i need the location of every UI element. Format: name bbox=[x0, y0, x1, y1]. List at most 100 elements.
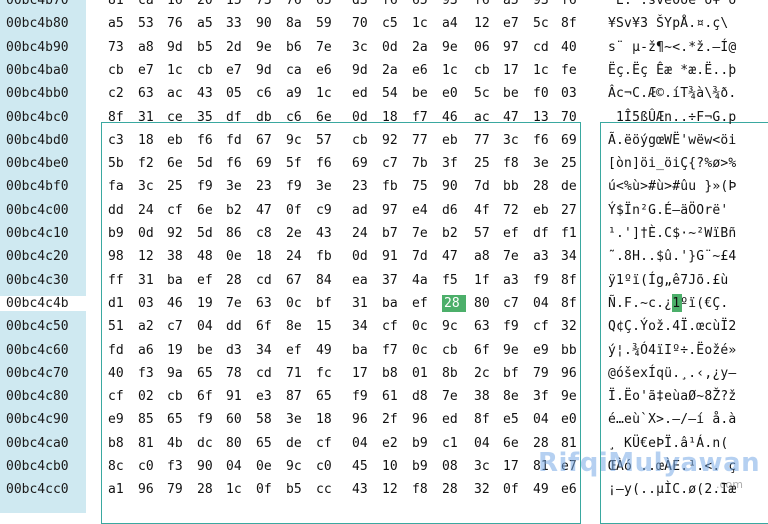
hex-byte[interactable]: 49 bbox=[316, 343, 336, 358]
hex-byte[interactable]: b2 bbox=[442, 226, 462, 241]
hex-byte[interactable]: cf bbox=[533, 319, 553, 334]
hex-byte[interactable]: 81 bbox=[108, 0, 128, 8]
hex-byte[interactable]: 63 bbox=[256, 296, 276, 311]
hex-byte[interactable]: e0 bbox=[442, 86, 462, 101]
hex-byte[interactable]: 33 bbox=[226, 16, 246, 31]
hex-byte[interactable]: 73 bbox=[256, 0, 276, 8]
hex-byte[interactable]: 69 bbox=[256, 156, 276, 171]
hex-byte[interactable]: c7 bbox=[503, 296, 523, 311]
hex-byte[interactable]: 1c bbox=[533, 63, 553, 78]
hex-byte[interactable]: 53 bbox=[138, 16, 158, 31]
hex-byte[interactable]: 77 bbox=[412, 133, 432, 148]
hex-byte[interactable]: ff bbox=[108, 273, 128, 288]
hex-byte[interactable]: ba bbox=[352, 343, 372, 358]
ascii-text[interactable]: Ñ.F.~c.¿1ºï(€Ç. bbox=[608, 296, 736, 311]
hex-byte[interactable]: ef bbox=[197, 273, 217, 288]
hex-byte[interactable]: be bbox=[412, 86, 432, 101]
hex-byte[interactable]: 92 bbox=[167, 226, 187, 241]
hex-byte[interactable]: 32 bbox=[561, 319, 581, 334]
hex-byte[interactable]: 16 bbox=[167, 0, 187, 8]
hex-byte[interactable]: 93 bbox=[442, 0, 462, 8]
hex-byte[interactable]: dc bbox=[197, 436, 217, 451]
hex-byte[interactable]: 3c bbox=[138, 179, 158, 194]
hex-byte[interactable]: 28 bbox=[442, 294, 466, 312]
hex-byte[interactable]: a6 bbox=[138, 343, 158, 358]
hex-byte[interactable]: 02 bbox=[138, 389, 158, 404]
hex-byte[interactable]: e5 bbox=[503, 412, 523, 427]
hex-byte[interactable]: 17 bbox=[503, 63, 523, 78]
hex-byte[interactable]: a3 bbox=[503, 273, 523, 288]
hex-byte[interactable]: 8f bbox=[108, 110, 128, 125]
hex-byte[interactable]: 3c bbox=[503, 133, 523, 148]
hex-byte[interactable]: 19 bbox=[197, 296, 217, 311]
ascii-text[interactable]: 1Î5ßÛÆn..÷F¬G.p bbox=[608, 110, 736, 125]
hex-byte[interactable]: 35 bbox=[197, 110, 217, 125]
hex-byte[interactable]: 04 bbox=[533, 296, 553, 311]
hex-byte[interactable]: 3e bbox=[316, 179, 336, 194]
hex-byte[interactable]: 9d bbox=[167, 40, 187, 55]
hex-byte[interactable]: b6 bbox=[286, 40, 306, 55]
hex-byte[interactable]: 47 bbox=[503, 110, 523, 125]
hex-byte[interactable]: c8 bbox=[256, 226, 276, 241]
hex-byte[interactable]: 24 bbox=[138, 203, 158, 218]
hex-byte[interactable]: fa bbox=[108, 179, 128, 194]
hex-byte[interactable]: 0d bbox=[138, 226, 158, 241]
hex-byte[interactable]: 12 bbox=[474, 16, 494, 31]
hex-byte[interactable]: 65 bbox=[412, 0, 432, 8]
hex-byte[interactable]: 27 bbox=[561, 203, 581, 218]
hex-byte[interactable]: cd bbox=[533, 40, 553, 55]
hex-row[interactable]: 00bc4c90 e9 85 65 f9 60 58 3e 18 96 2f 96 ed 8f e5 04 e0… bbox=[0, 409, 768, 432]
hex-byte[interactable]: 24 bbox=[352, 226, 372, 241]
hex-byte[interactable]: 20 bbox=[197, 0, 217, 8]
hex-byte[interactable]: 92 bbox=[382, 133, 402, 148]
hex-byte[interactable]: 5d bbox=[197, 156, 217, 171]
hex-byte[interactable]: 67 bbox=[256, 133, 276, 148]
hex-byte[interactable]: f6 bbox=[382, 0, 402, 8]
hex-byte[interactable]: 9e bbox=[561, 389, 581, 404]
hex-byte[interactable]: f6 bbox=[197, 133, 217, 148]
hex-byte[interactable]: ca bbox=[138, 0, 158, 8]
hex-byte[interactable]: cf bbox=[316, 436, 336, 451]
hex-byte[interactable]: 58 bbox=[256, 412, 276, 427]
hex-byte[interactable]: cb bbox=[167, 389, 187, 404]
hex-byte[interactable]: 61 bbox=[382, 389, 402, 404]
hex-byte[interactable]: 72 bbox=[503, 203, 523, 218]
hex-byte[interactable]: f9 bbox=[503, 319, 523, 334]
hex-row[interactable]: 00bc4cc0 a1 96 79 28 1c 0f b5 cc 43 12 f8 28 32 0f 49 e6… bbox=[0, 479, 768, 502]
hex-byte[interactable]: ac bbox=[474, 110, 494, 125]
hex-byte[interactable]: e7 bbox=[226, 63, 246, 78]
hex-byte[interactable]: eb bbox=[442, 133, 462, 148]
hex-byte[interactable]: 2a bbox=[382, 63, 402, 78]
ascii-text[interactable]: Ã.ëöýgœWË'wëw<öi bbox=[608, 133, 736, 148]
hex-byte[interactable]: e9 bbox=[533, 343, 553, 358]
hex-byte[interactable]: 18 bbox=[316, 412, 336, 427]
hex-byte[interactable]: ba bbox=[382, 296, 402, 311]
hex-byte[interactable]: 37 bbox=[382, 273, 402, 288]
hex-byte[interactable]: 87 bbox=[286, 389, 306, 404]
hex-byte[interactable]: f6 bbox=[226, 156, 246, 171]
ascii-text[interactable]: ý¦.¾Ó4ïIº÷.Ëožé» bbox=[608, 343, 736, 358]
hex-byte[interactable]: d3 bbox=[226, 343, 246, 358]
hex-byte[interactable]: 6e bbox=[167, 156, 187, 171]
hex-byte[interactable]: 47 bbox=[442, 249, 462, 264]
hex-byte[interactable]: bb bbox=[561, 343, 581, 358]
hex-byte[interactable]: 08 bbox=[442, 459, 462, 474]
hex-byte[interactable]: 3c bbox=[352, 40, 372, 55]
hex-byte[interactable]: 15 bbox=[226, 0, 246, 8]
hex-byte[interactable]: 2e bbox=[286, 226, 306, 241]
hex-byte[interactable]: 97 bbox=[503, 40, 523, 55]
hex-byte[interactable]: 45 bbox=[352, 459, 372, 474]
hex-byte[interactable]: a9 bbox=[286, 86, 306, 101]
hex-byte[interactable]: 65 bbox=[197, 366, 217, 381]
hex-byte[interactable]: 6f bbox=[256, 319, 276, 334]
hex-byte[interactable]: a5 bbox=[503, 0, 523, 8]
hex-byte[interactable]: 03 bbox=[561, 86, 581, 101]
hex-byte[interactable]: d1 bbox=[108, 296, 128, 311]
ascii-text[interactable]: Ý$Ïn²G.É­—äÖOrë' bbox=[608, 203, 728, 218]
hex-byte[interactable]: 0e bbox=[256, 459, 276, 474]
hex-byte[interactable]: 25 bbox=[167, 179, 187, 194]
hex-byte[interactable]: e3 bbox=[256, 389, 276, 404]
hex-byte[interactable]: 96 bbox=[412, 412, 432, 427]
ascii-text[interactable]: é…eù`X>.–/–í å.à bbox=[608, 412, 736, 427]
hex-byte[interactable]: 59 bbox=[316, 16, 336, 31]
